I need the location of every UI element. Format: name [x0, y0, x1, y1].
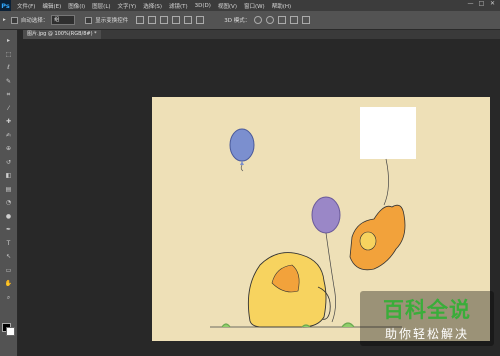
blue-balloon-string [240, 164, 244, 172]
history-brush-tool-icon[interactable]: ↺ [3, 158, 14, 167]
background-color-swatch[interactable] [6, 327, 15, 336]
align-bottom-icon[interactable] [160, 16, 169, 24]
photoshop-logo: Ps [0, 0, 11, 11]
lasso-tool-icon[interactable]: ℓ [3, 63, 14, 72]
show-transform-checkbox[interactable] [85, 16, 93, 24]
healing-tool-icon[interactable]: ✚ [3, 117, 14, 126]
move-tool-icon[interactable]: ▸ [3, 36, 14, 45]
menu-file[interactable]: 文件(F) [17, 2, 35, 10]
window-controls: — □ ✕ [465, 0, 498, 7]
menu-help[interactable]: 帮助(H) [272, 2, 291, 10]
white-rectangle [360, 107, 416, 159]
type-tool-icon[interactable]: T [3, 239, 14, 248]
mode-3d-label: 3D 模式： [224, 18, 251, 24]
zoom-tool-icon[interactable]: ⌕ [3, 293, 14, 302]
pen-tool-icon[interactable]: ✒ [3, 225, 14, 234]
options-bar: ▸ 自动选择： 组 显示变换控件 3D 模式： [0, 11, 500, 30]
clone-stamp-tool-icon[interactable]: ⊕ [3, 144, 14, 153]
align-vcenter-icon[interactable] [148, 16, 157, 24]
menu-bar: Ps 文件(F) 编辑(E) 图像(I) 图层(L) 文字(Y) 选择(S) 滤… [0, 0, 500, 11]
maximize-button[interactable]: □ [476, 0, 487, 7]
menu-select[interactable]: 选择(S) [143, 2, 162, 10]
menu-edit[interactable]: 编辑(E) [42, 2, 61, 10]
3d-mode-buttons [254, 16, 311, 24]
minimize-button[interactable]: — [465, 0, 476, 7]
3d-scale-icon[interactable] [302, 16, 311, 24]
watermark-title: 百科全说 [383, 298, 471, 322]
auto-select-label: 自动选择： [20, 18, 49, 24]
auto-select-checkbox[interactable] [10, 16, 18, 24]
align-hcenter-icon[interactable] [184, 16, 193, 24]
menu-view[interactable]: 视图(V) [218, 2, 237, 10]
gradient-tool-icon[interactable]: ▤ [3, 185, 14, 194]
purple-balloon-string [325, 232, 336, 323]
3d-roll-icon[interactable] [266, 16, 275, 24]
close-button[interactable]: ✕ [487, 0, 498, 7]
brush-tool-icon[interactable]: ✍ [3, 131, 14, 140]
eyedropper-tool-icon[interactable]: ⁄ [3, 104, 14, 113]
hand-tool-icon[interactable]: ✋ [3, 279, 14, 288]
move-tool-preset-icon[interactable]: ▸ [3, 17, 6, 23]
menu-3d[interactable]: 3D(D) [195, 3, 211, 9]
menu-image[interactable]: 图像(I) [68, 2, 85, 10]
crop-tool-icon[interactable]: ⌗ [3, 90, 14, 99]
tools-panel: ▸ ⬚ ℓ ✎ ⌗ ⁄ ✚ ✍ ⊕ ↺ ◧ ▤ ◔ ● ✒ T ↖ ▭ ✋ ⌕ [0, 30, 18, 356]
dodge-tool-icon[interactable]: ● [3, 212, 14, 221]
blue-balloon [229, 128, 255, 162]
menu-layer[interactable]: 图层(L) [92, 2, 110, 10]
box-string [383, 158, 389, 206]
auto-select-dropdown[interactable]: 组 [51, 15, 76, 25]
3d-pan-icon[interactable] [278, 16, 287, 24]
watermark-overlay: 百科全说 助你轻松解决 [360, 291, 494, 346]
3d-rotate-icon[interactable] [254, 16, 263, 24]
blur-tool-icon[interactable]: ◔ [3, 198, 14, 207]
orange-elephant-ear [359, 231, 377, 251]
align-left-icon[interactable] [172, 16, 181, 24]
eraser-tool-icon[interactable]: ◧ [3, 171, 14, 180]
3d-slide-icon[interactable] [290, 16, 299, 24]
align-top-icon[interactable] [136, 16, 145, 24]
show-transform-label: 显示变换控件 [95, 18, 129, 24]
purple-balloon [311, 196, 341, 234]
path-select-tool-icon[interactable]: ↖ [3, 252, 14, 261]
menu-type[interactable]: 文字(Y) [118, 2, 137, 10]
blue-balloon-knot [240, 161, 244, 165]
document-tab[interactable]: 图片.jpg @ 100%(RGB/8#) * [23, 30, 101, 39]
marquee-tool-icon[interactable]: ⬚ [3, 50, 14, 59]
shape-tool-icon[interactable]: ▭ [3, 266, 14, 275]
document-tab-bar: 图片.jpg @ 100%(RGB/8#) * [23, 30, 500, 39]
align-buttons [136, 16, 205, 24]
align-right-icon[interactable] [196, 16, 205, 24]
orange-elephant [349, 204, 406, 271]
menu-filter[interactable]: 滤镜(T) [169, 2, 188, 10]
menu-window[interactable]: 窗口(W) [244, 2, 265, 10]
quick-select-tool-icon[interactable]: ✎ [3, 77, 14, 86]
watermark-subtitle: 助你轻松解决 [384, 327, 469, 341]
